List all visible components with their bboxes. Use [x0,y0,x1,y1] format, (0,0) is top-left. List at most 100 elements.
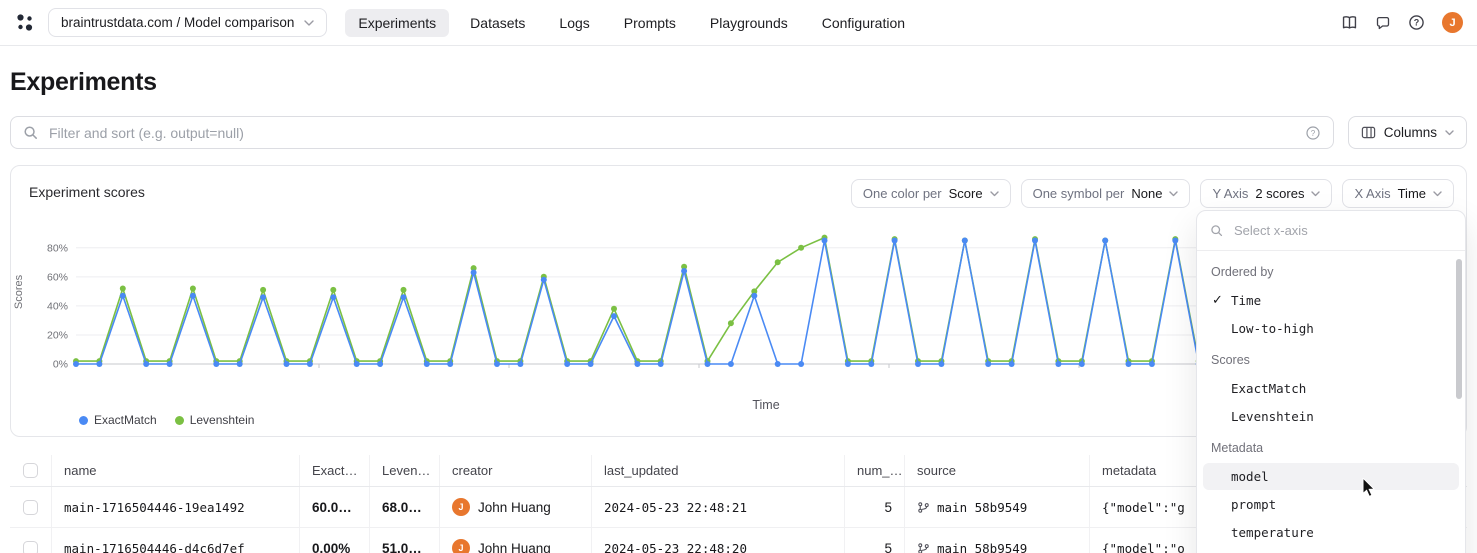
columns-icon [1361,125,1376,140]
svg-text:20%: 20% [47,329,68,341]
dropdown-scrollbar[interactable] [1456,259,1462,399]
x-axis-option-prompt[interactable]: prompt [1203,491,1459,518]
nav-tab-datasets[interactable]: Datasets [457,9,538,37]
legend-dot [175,416,184,425]
x-axis-option-model[interactable]: model [1203,463,1459,490]
column-header-num[interactable]: num_… [845,455,905,486]
nav-tab-playgrounds[interactable]: Playgrounds [697,9,801,37]
column-header-last-updated[interactable]: last_updated [592,455,845,486]
filter-help-icon[interactable]: ? [1305,125,1321,141]
creator-avatar: J [452,498,470,516]
search-icon [1210,224,1223,237]
legend-dot [79,416,88,425]
braintrust-logo-icon [14,12,36,34]
x-axis-option-low-to-high[interactable]: Low-to-high [1203,315,1459,342]
cell-last-updated: 2024-05-23 22:48:20 [592,528,845,553]
cell-num: 5 [845,487,905,527]
filter-row: ? Columns [10,116,1467,149]
x-axis-option-levenshtein[interactable]: Levenshtein [1203,403,1459,430]
control-value: None [1131,186,1162,201]
column-header-source[interactable]: source [905,455,1090,486]
nav-tab-configuration[interactable]: Configuration [809,9,918,37]
row-checkbox[interactable] [23,541,38,553]
control-prefix: Y Axis [1212,186,1248,201]
cell-name: main-1716504446-19ea1492 [52,487,300,527]
svg-text:?: ? [1310,128,1315,137]
chart-controls: One color perScore One symbol perNone Y Ax… [851,179,1454,208]
x-axis-option-temperature[interactable]: temperature [1203,519,1459,546]
svg-text:?: ? [1414,18,1420,28]
legend-label: Levenshtein [190,413,255,427]
app-window: braintrustdata.com / Model comparison Ex… [0,0,1477,553]
cell-name: main-1716504446-d4c6d7ef [52,528,300,553]
select-all-checkbox[interactable] [23,463,38,478]
project-selector-label: braintrustdata.com / Model comparison [61,15,294,30]
control-value: 2 scores [1255,186,1304,201]
cell-creator: J John Huang [440,528,592,553]
x-axis-option-exactmatch[interactable]: ExactMatch [1203,375,1459,402]
dropdown-section-scores: Scores [1197,343,1465,374]
cell-leven-score: 68.0… [370,487,440,527]
docs-book-icon[interactable] [1341,14,1358,31]
select-all-cell [10,455,52,486]
chevron-down-icon [1433,191,1442,197]
top-bar: braintrustdata.com / Model comparison Ex… [0,0,1477,46]
row-select-cell [10,528,52,553]
column-header-leven[interactable]: Leven… [370,455,440,486]
cell-num: 5 [845,528,905,553]
legend-item-exactmatch[interactable]: ExactMatch [79,413,157,427]
chevron-down-icon [304,20,314,26]
control-prefix: X Axis [1354,186,1390,201]
dropdown-section-ordered-by: Ordered by [1197,255,1465,286]
svg-text:0%: 0% [53,359,68,371]
chevron-down-icon [990,191,999,197]
filter-bar: ? [10,116,1334,149]
row-select-cell [10,487,52,527]
filter-input[interactable] [47,124,1296,142]
svg-text:40%: 40% [47,300,68,312]
topbar-actions: ? J [1341,12,1463,33]
x-axis-search-input[interactable] [1232,222,1452,239]
svg-text:80%: 80% [47,242,68,254]
x-axis-search [1197,211,1465,251]
page-title: Experiments [10,68,157,97]
feedback-chat-icon[interactable] [1375,15,1391,31]
chart-control-x-axis[interactable]: X Axis Time [1342,179,1454,208]
x-axis-option-time[interactable]: ✓Time [1203,287,1459,314]
chart-legend: ExactMatch Levenshtein [79,413,254,427]
nav-tab-prompts[interactable]: Prompts [611,9,689,37]
git-branch-icon [917,542,930,553]
legend-item-levenshtein[interactable]: Levenshtein [175,413,255,427]
cell-last-updated: 2024-05-23 22:48:21 [592,487,845,527]
check-icon: ✓ [1212,292,1223,308]
user-avatar[interactable]: J [1442,12,1463,33]
chevron-down-icon [1311,191,1320,197]
row-checkbox[interactable] [23,500,38,515]
creator-name: John Huang [478,541,551,553]
creator-name: John Huang [478,500,551,515]
chart-title: Experiment scores [29,184,145,200]
column-header-exact[interactable]: Exact… [300,455,370,486]
nav-tab-experiments[interactable]: Experiments [345,9,449,37]
svg-text:60%: 60% [47,271,68,283]
creator-avatar: J [452,539,470,553]
x-axis-options: Ordered by✓TimeLow-to-highScoresExactMat… [1197,251,1465,546]
cell-exact-score: 60.0… [300,487,370,527]
chart-control-one-color-per[interactable]: One color perScore [851,179,1011,208]
column-header-name[interactable]: name [52,455,300,486]
control-value: Time [1398,186,1426,201]
git-branch-icon [917,501,930,514]
nav-tab-logs[interactable]: Logs [546,9,602,37]
project-selector[interactable]: braintrustdata.com / Model comparison [48,8,327,37]
columns-button[interactable]: Columns [1348,116,1467,149]
cell-creator: J John Huang [440,487,592,527]
legend-label: ExactMatch [94,413,157,427]
chart-control-y-axis[interactable]: Y Axis 2 scores [1200,179,1332,208]
dropdown-section-metadata: Metadata [1197,431,1465,462]
chevron-down-icon [1445,130,1454,136]
cell-source: main 58b9549 [905,528,1090,553]
source-label: main 58b9549 [937,500,1027,515]
help-icon[interactable]: ? [1408,14,1425,31]
column-header-creator[interactable]: creator [440,455,592,486]
chart-control-one-symbol-per[interactable]: One symbol perNone [1021,179,1191,208]
